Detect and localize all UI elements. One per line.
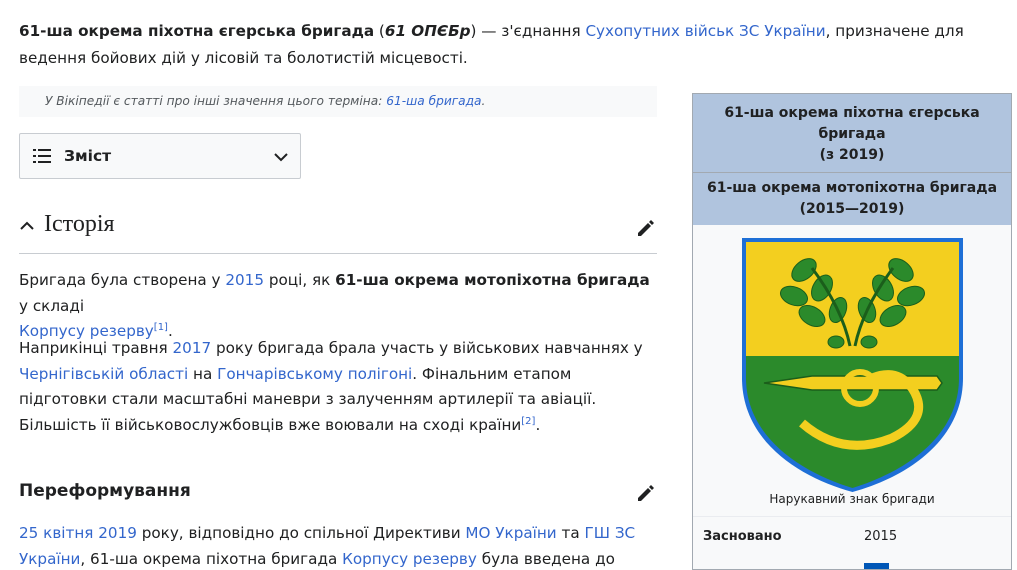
link-reserve-corps[interactable]: Корпусу резерву bbox=[342, 550, 477, 568]
text-span: Наприкінці травня bbox=[19, 339, 173, 357]
brigade-emblem-image[interactable] bbox=[742, 238, 963, 492]
link-chernihiv-oblast[interactable]: Чернігівській області bbox=[19, 365, 188, 383]
infobox-label: Засновано bbox=[703, 529, 782, 544]
chevron-up-icon[interactable] bbox=[19, 218, 35, 234]
infobox-value: 2015 bbox=[864, 529, 898, 544]
reference-link[interactable]: [1] bbox=[154, 322, 168, 333]
text-span: році, як bbox=[264, 271, 336, 289]
reform-paragraph-1: 25 квітня 2019 року, відповідно до спіль… bbox=[19, 521, 661, 570]
abbreviation: 61 ОПЄБр bbox=[384, 22, 471, 40]
infobox-row-country bbox=[693, 556, 1011, 569]
infobox-caption: Нарукавний знак бригади bbox=[769, 492, 935, 506]
link-ground-forces[interactable]: Сухопутних військ ЗС України bbox=[585, 22, 825, 40]
reference-link[interactable]: [2] bbox=[521, 416, 535, 427]
text-span: Бригада була створена у bbox=[19, 271, 226, 289]
text-span: на bbox=[188, 364, 218, 383]
section-heading-reform: Переформування bbox=[19, 481, 191, 501]
infobox-title: 61-ша окрема піхотна єгерська бригада (з… bbox=[693, 94, 1011, 173]
link-year-2015[interactable]: 2015 bbox=[225, 271, 264, 289]
infobox-subtitle-line: (2015—2019) bbox=[799, 201, 905, 217]
text-span: , 61-ша окрема піхотна бригада bbox=[80, 549, 343, 568]
link-year-2017[interactable]: 2017 bbox=[173, 339, 212, 357]
pencil-icon[interactable] bbox=[636, 483, 656, 503]
infobox-title-line: (з 2019) bbox=[819, 147, 885, 163]
text-span: ( bbox=[374, 22, 385, 40]
hatnote-text: У Вікіпедії є статті про інші значення ц… bbox=[45, 94, 387, 108]
text-span: . bbox=[481, 94, 486, 108]
text-span: та bbox=[556, 524, 585, 542]
list-icon bbox=[33, 149, 51, 163]
text-span: . bbox=[535, 415, 541, 434]
lead-paragraph: 61-ша окрема піхотна єгерська бригада (6… bbox=[19, 18, 1009, 72]
section-heading-history: Історія bbox=[19, 206, 657, 254]
chevron-down-icon bbox=[274, 153, 288, 162]
hatnote: У Вікіпедії є статті про інші значення ц… bbox=[19, 86, 657, 117]
infobox-title-line: 61-ша окрема піхотна єгерська бригада bbox=[724, 105, 980, 142]
ukraine-flag-icon bbox=[864, 563, 889, 569]
pencil-icon[interactable] bbox=[636, 218, 656, 238]
infobox-row-founded: Засновано 2015 bbox=[693, 516, 1011, 556]
toc-toggle[interactable]: Зміст bbox=[19, 133, 301, 179]
link-mod-ukraine[interactable]: МО України bbox=[465, 524, 556, 542]
bold-text: 61-ша окрема мотопіхотна бригада bbox=[335, 271, 650, 289]
infobox-subtitle-line: 61-ша окрема мотопіхотна бригада bbox=[706, 180, 998, 196]
history-paragraph-2: Наприкінці травня 2017 року бригада брал… bbox=[19, 336, 661, 438]
link-honcharivske-range[interactable]: Гончарівському полігоні bbox=[217, 365, 412, 383]
text-span: ) — з'єднання bbox=[470, 22, 586, 40]
text-span: у складі bbox=[19, 296, 85, 315]
infobox: 61-ша окрема піхотна єгерська бригада (з… bbox=[692, 93, 1012, 570]
text-span: року, відповідно до спільної Директиви bbox=[136, 524, 466, 542]
link-date[interactable]: 25 квітня 2019 bbox=[19, 524, 137, 542]
hatnote-link[interactable]: 61-ша бригада bbox=[386, 94, 481, 108]
article-subject: 61-ша окрема піхотна єгерська бригада bbox=[19, 22, 375, 40]
text-span: року бригада брала участь у військових н… bbox=[211, 339, 643, 357]
toc-title: Зміст bbox=[64, 147, 112, 165]
infobox-subtitle: 61-ша окрема мотопіхотна бригада (2015—2… bbox=[693, 173, 1011, 225]
history-paragraph-1: Бригада була створена у 2015 році, як 61… bbox=[19, 268, 661, 345]
section-title: Історія bbox=[44, 211, 115, 237]
